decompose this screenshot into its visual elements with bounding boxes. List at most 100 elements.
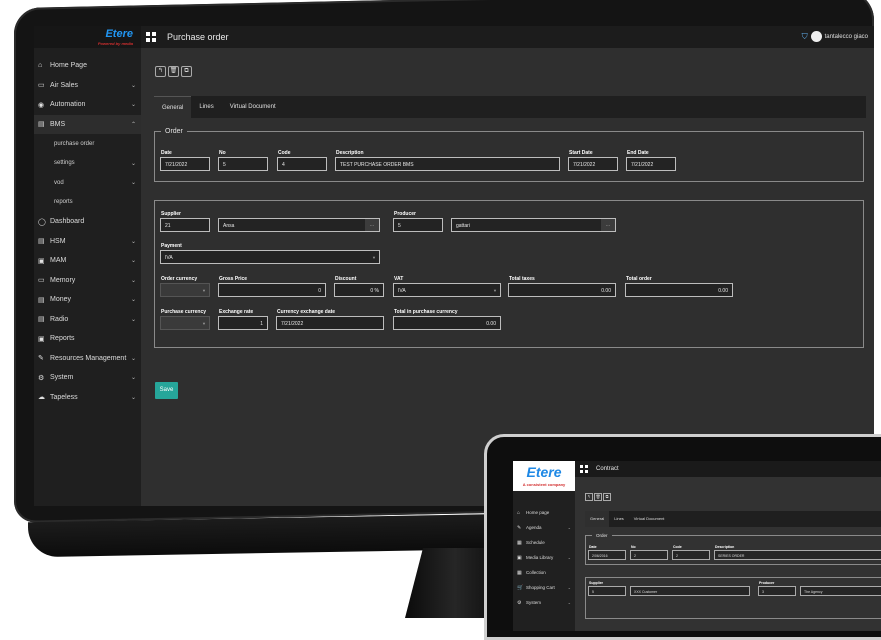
- tablet-no-field[interactable]: 2: [630, 550, 668, 560]
- producer-lookup-button[interactable]: ...: [601, 219, 615, 231]
- user-name: tantalecco giaco: [824, 33, 868, 40]
- resources-icon: ✎: [38, 355, 44, 363]
- chevron-icon: ⌄: [130, 82, 136, 89]
- chevron-icon: ⌄: [567, 525, 571, 530]
- sidebar-subitem-vod[interactable]: vod ⌄: [34, 173, 141, 193]
- copy-button[interactable]: ⧉: [181, 66, 192, 77]
- tablet-details-group: [585, 577, 881, 619]
- sidebar-item-resources-management[interactable]: ✎ Resources Management ⌄: [34, 349, 141, 369]
- total-purchase-field[interactable]: 0.00: [393, 316, 501, 330]
- tablet-tab-lines[interactable]: Lines: [609, 511, 629, 527]
- no-field[interactable]: 5: [218, 157, 268, 171]
- tablet-etere-logo[interactable]: Etere A consistent company: [513, 461, 575, 491]
- sidebar-item-memory[interactable]: ▭ Memory ⌄: [34, 271, 141, 291]
- end-date-field[interactable]: 7/21/2022: [626, 157, 676, 171]
- order-currency-select[interactable]: ▼: [160, 283, 210, 297]
- tablet-description-label: Description: [715, 545, 735, 549]
- tab-lines[interactable]: Lines: [191, 96, 221, 118]
- sidebar-item-label: HSM: [50, 237, 66, 245]
- sidebar-item-label: Home Page: [50, 62, 87, 70]
- tablet-producer-name-field[interactable]: The Agency: [800, 586, 881, 596]
- sidebar-item-air-sales[interactable]: ▭ Air Sales ⌄: [34, 76, 141, 96]
- tablet-copy-button[interactable]: ⧉: [603, 493, 611, 501]
- currency-exchange-date-label: Currency exchange date: [277, 309, 336, 315]
- sidebar-subitem-settings[interactable]: settings ⌄: [34, 154, 141, 174]
- sidebar-item-bms[interactable]: ▤ BMS ⌃: [34, 114, 141, 134]
- tablet-tab-virtual-document[interactable]: Virtual Document: [629, 511, 670, 527]
- menu-grid-icon[interactable]: [146, 32, 156, 42]
- start-date-field[interactable]: 7/21/2022: [568, 157, 618, 171]
- sidebar-subitem-reports[interactable]: reports: [34, 193, 141, 213]
- sidebar-item-money[interactable]: ▤ Money ⌄: [34, 290, 141, 310]
- sidebar-item-radio[interactable]: ▤ Radio ⌄: [34, 310, 141, 330]
- tab-general[interactable]: General: [154, 95, 192, 119]
- sidebar-item-reports[interactable]: ▣ Reports: [34, 329, 141, 349]
- order-legend: Order: [165, 128, 183, 135]
- producer-code-field[interactable]: 5: [393, 218, 443, 232]
- producer-name-field[interactable]: gattari ...: [451, 218, 616, 232]
- back-button[interactable]: ↰: [155, 66, 166, 77]
- save-button[interactable]: Save: [155, 382, 178, 399]
- tablet-menu-grid-icon[interactable]: [580, 465, 588, 473]
- supplier-name: Ansa: [223, 223, 235, 229]
- sidebar-item-mam[interactable]: ▣ MAM ⌄: [34, 251, 141, 271]
- currency-exchange-date-field[interactable]: 7/21/2022: [276, 316, 384, 330]
- collection-icon: ▦: [517, 569, 522, 576]
- sidebar-item-home-page[interactable]: ⌂ Home Page: [34, 56, 141, 76]
- chevron-icon: ⌄: [130, 238, 136, 245]
- sidebar-item-system[interactable]: ⚙ System ⌄: [34, 368, 141, 388]
- tablet-producer-code-field[interactable]: 3: [758, 586, 796, 596]
- exchange-rate-field[interactable]: 1: [218, 316, 268, 330]
- tablet-sidebar-item-collection[interactable]: ▦ Collection: [513, 565, 575, 580]
- description-field[interactable]: TEST PURCHASE ORDER BMS: [335, 157, 560, 171]
- tablet-tab-general[interactable]: General: [585, 511, 610, 527]
- chevron-icon: ⌄: [130, 297, 136, 304]
- discount-field[interactable]: 0 %: [334, 283, 384, 297]
- tablet-supplier-name-field[interactable]: XXX Customer: [630, 586, 750, 596]
- tablet-sidebar-item-shopping-cart[interactable]: 🛒 Shopping Cart ⌄: [513, 580, 575, 595]
- payment-select[interactable]: IVA ▼: [160, 250, 380, 264]
- code-field[interactable]: 4: [277, 157, 327, 171]
- sidebar-item-label: Reports: [50, 335, 75, 343]
- system-icon: ⚙: [517, 599, 522, 606]
- total-taxes-field[interactable]: 0.00: [508, 283, 616, 297]
- tablet-code-field[interactable]: 2: [672, 550, 710, 560]
- supplier-lookup-button[interactable]: ...: [365, 219, 379, 231]
- total-purchase-label: Total in purchase currency: [394, 309, 458, 315]
- tablet-sidebar-item-system[interactable]: ⚙ System ⌄: [513, 595, 575, 610]
- tablet-back-button[interactable]: ↰: [585, 493, 593, 501]
- tablet-date-field[interactable]: 2/06/2016: [588, 550, 626, 560]
- tab-bar: General Lines Virtual Document: [154, 95, 866, 119]
- supplier-name-field[interactable]: Ansa ...: [218, 218, 380, 232]
- sidebar-item-hsm[interactable]: ▤ HSM ⌄: [34, 232, 141, 252]
- total-order-field[interactable]: 0.00: [625, 283, 733, 297]
- sidebar-item-tapeless[interactable]: ☁ Tapeless ⌄: [34, 388, 141, 408]
- tablet-sidebar-item-home-page[interactable]: ⌂ Home page: [513, 505, 575, 520]
- supplier-label: Supplier: [161, 211, 182, 217]
- sidebar-subitem-label: purchase order: [54, 140, 95, 147]
- sidebar-item-dashboard[interactable]: ◯ Dashboard: [34, 212, 141, 232]
- chevron-icon: ⌄: [130, 355, 136, 362]
- gross-price-field[interactable]: 0: [218, 283, 326, 297]
- user-menu[interactable]: ⛉ tantalecco giaco: [802, 31, 868, 42]
- agenda-icon: ✎: [517, 524, 522, 531]
- tablet-delete-button[interactable]: 🗑: [594, 493, 602, 501]
- supplier-code-field[interactable]: 21: [160, 218, 210, 232]
- delete-button[interactable]: 🗑: [168, 66, 179, 77]
- tablet-supplier-code-field[interactable]: 5: [588, 586, 626, 596]
- tablet-description-field[interactable]: SERIES ORDER: [714, 550, 881, 560]
- sidebar-subitem-purchase-order[interactable]: purchase order: [34, 134, 141, 154]
- purchase-currency-select[interactable]: ▼: [160, 316, 210, 330]
- sidebar-item-label: BMS: [50, 120, 66, 128]
- etere-logo[interactable]: Etere Powered by media: [34, 26, 141, 48]
- automation-icon: ◉: [38, 101, 45, 109]
- tablet-sidebar-item-schedule[interactable]: ▦ Schedule: [513, 535, 575, 550]
- no-label: No: [219, 150, 226, 156]
- vat-select[interactable]: IVA ▼: [393, 283, 501, 297]
- tablet-sidebar-item-label: Shopping Cart: [526, 585, 555, 590]
- sidebar-item-automation[interactable]: ◉ Automation ⌄: [34, 95, 141, 115]
- tab-virtual-document[interactable]: Virtual Document: [222, 96, 284, 118]
- tablet-sidebar-item-agenda[interactable]: ✎ Agenda ⌄: [513, 520, 575, 535]
- tablet-sidebar-item-media-library[interactable]: ▣ Media Library ⌄: [513, 550, 575, 565]
- date-field[interactable]: 7/21/2022: [160, 157, 210, 171]
